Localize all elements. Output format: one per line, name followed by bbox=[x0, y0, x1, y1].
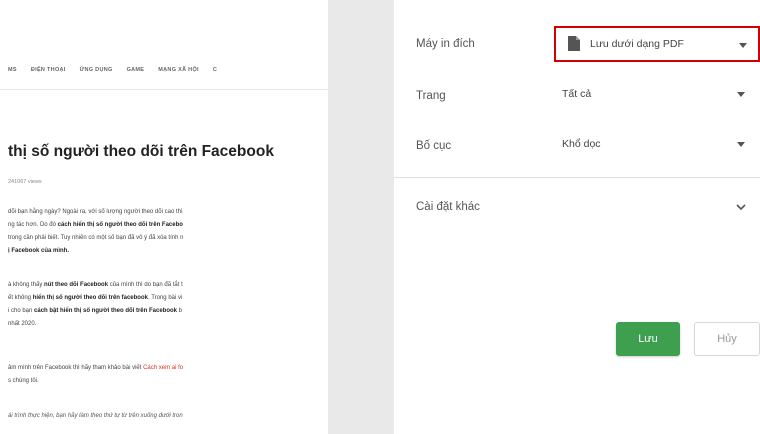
nav-item: ĐIỆN THOẠI bbox=[30, 66, 66, 73]
pdf-file-icon bbox=[568, 36, 580, 51]
nav-item: MS bbox=[8, 66, 17, 73]
paragraph-line: ết không hiển thị số người theo dõi trên… bbox=[8, 295, 183, 301]
nav-item: C bbox=[212, 66, 218, 73]
paragraph-line: ị Facebook của mình. bbox=[8, 248, 70, 254]
article-paragraph-2: à không thấy nút theo dõi Facebook của m… bbox=[8, 279, 320, 331]
paragraph-line: ng tác hơn. Do đó cách hiển thị số người… bbox=[8, 222, 183, 228]
caret-down-icon bbox=[737, 142, 745, 147]
save-button[interactable]: Lưu bbox=[616, 322, 680, 356]
cancel-button[interactable]: Hủy bbox=[694, 322, 760, 356]
caret-down-icon bbox=[737, 92, 745, 97]
article-paragraph-4: ái trình thực hiện, bạn hãy làm theo thứ… bbox=[8, 410, 320, 423]
nav-item: ỨNG DỤNG bbox=[79, 66, 113, 73]
layout-select[interactable]: Khổ dọc bbox=[554, 130, 754, 160]
layout-label: Bố cục bbox=[416, 140, 452, 152]
pages-value: Tất cả bbox=[562, 88, 592, 100]
destination-value: Lưu dưới dạng PDF bbox=[590, 38, 684, 50]
paragraph-line: s chúng tôi. bbox=[8, 378, 39, 384]
paragraph-line: âm mình trên Facebook thì hãy tham khảo … bbox=[8, 365, 184, 371]
paragraph-line: à không thấy nút theo dõi Facebook của m… bbox=[8, 282, 183, 288]
layout-value: Khổ dọc bbox=[562, 138, 601, 150]
paragraph-line: i cho bạn cách bật hiển thị số người the… bbox=[8, 308, 183, 314]
article-views: 241067 views bbox=[8, 179, 42, 185]
paragraph-line: nhất 2020. bbox=[8, 321, 37, 327]
paragraph-line: ái trình thực hiện, bạn hãy làm theo thứ… bbox=[8, 413, 183, 419]
article-title: thị số người theo dõi trên Facebook bbox=[8, 143, 274, 160]
pages-select[interactable]: Tất cả bbox=[554, 80, 754, 110]
chevron-down-icon[interactable] bbox=[735, 202, 747, 212]
article-paragraph-3: âm mình trên Facebook thì hãy tham khảo … bbox=[8, 362, 320, 388]
paragraph-line: dõi bạn hằng ngày? Ngoài ra, với số lượn… bbox=[8, 209, 183, 215]
article-paragraph-1: dõi bạn hằng ngày? Ngoài ra, với số lượn… bbox=[8, 206, 320, 258]
preview-separator bbox=[328, 0, 394, 434]
print-settings-panel: Máy in đích Lưu dưới dạng PDF Trang Tất … bbox=[394, 0, 760, 434]
pages-label: Trang bbox=[416, 90, 446, 102]
destination-label: Máy in đích bbox=[416, 38, 475, 50]
section-divider bbox=[394, 177, 760, 178]
nav-item: GAME bbox=[126, 66, 145, 73]
caret-down-icon bbox=[739, 43, 747, 48]
article-link: Cách xem ai fo bbox=[143, 365, 184, 371]
destination-select[interactable]: Lưu dưới dạng PDF bbox=[554, 26, 760, 62]
print-preview-page: MS ĐIỆN THOẠI ỨNG DỤNG GAME MẠNG XÃ HỘI … bbox=[0, 0, 328, 434]
nav-item: MẠNG XÃ HỘI bbox=[158, 66, 199, 73]
paragraph-line: trong cần phải biết. Tuy nhiên có một số… bbox=[8, 235, 184, 241]
site-nav-bar: MS ĐIỆN THOẠI ỨNG DỤNG GAME MẠNG XÃ HỘI … bbox=[0, 50, 328, 90]
more-settings-toggle[interactable]: Cài đặt khác bbox=[416, 201, 480, 213]
